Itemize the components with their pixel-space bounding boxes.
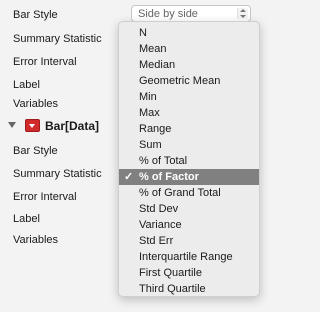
menu-item-label: First Quartile — [139, 267, 202, 279]
bar-style-label: Bar Style — [13, 9, 58, 21]
error-interval-label: Error Interval — [13, 191, 77, 203]
menu-item-label: % of Total — [139, 155, 188, 167]
checkmark-icon: ✓ — [124, 171, 134, 183]
summary-statistic-label: Summary Statistic — [13, 168, 102, 180]
menu-item-label: Interquartile Range — [139, 251, 233, 263]
menu-item[interactable]: Min — [119, 89, 259, 105]
summary-statistic-label: Summary Statistic — [13, 33, 102, 45]
bar-style-select[interactable]: Side by side — [131, 5, 251, 22]
label-label: Label — [13, 79, 40, 91]
bar-style-select-value: Side by side — [138, 8, 198, 20]
menu-item[interactable]: Variance — [119, 217, 259, 233]
select-stepper-icon — [237, 8, 248, 19]
menu-item[interactable]: Sum — [119, 137, 259, 153]
menu-item[interactable]: Third Quartile — [119, 281, 259, 297]
menu-item[interactable]: Median — [119, 57, 259, 73]
section-title: Bar[Data] — [45, 119, 100, 133]
variables-label: Variables — [13, 98, 59, 110]
error-interval-label: Error Interval — [13, 56, 77, 68]
menu-item[interactable]: Std Dev — [119, 201, 259, 217]
menu-item-label: Std Dev — [139, 203, 179, 215]
menu-item-label: Third Quartile — [139, 283, 206, 295]
menu-item-label: Range — [139, 123, 172, 135]
bar-data-section-header[interactable]: Bar[Data] — [8, 118, 118, 134]
label-label: Label — [13, 213, 40, 225]
menu-item[interactable]: ✓ % of Factor — [119, 169, 259, 185]
bar-style-label: Bar Style — [13, 145, 58, 157]
disclosure-triangle-icon[interactable] — [8, 122, 16, 128]
menu-item[interactable]: N — [119, 25, 259, 41]
menu-item-label: % of Grand Total — [139, 187, 221, 199]
menu-item[interactable]: Geometric Mean — [119, 73, 259, 89]
menu-item-label: Max — [139, 107, 160, 119]
summary-statistic-menu: N Mean Median Geometric Mean Min Max Range Sum%… — [118, 21, 260, 297]
menu-item[interactable]: Range — [119, 121, 259, 137]
menu-item-label: N — [139, 27, 147, 39]
menu-item[interactable]: % of Grand Total — [119, 185, 259, 201]
menu-item-label: Min — [139, 91, 157, 103]
variables-label: Variables — [13, 234, 59, 246]
menu-item-label: Geometric Mean — [139, 75, 221, 87]
menu-item[interactable]: Max — [119, 105, 259, 121]
menu-item-label: % of Factor — [139, 171, 199, 183]
menu-item-label: Mean — [139, 43, 167, 55]
menu-item[interactable]: Interquartile Range — [119, 249, 259, 265]
red-triangle-menu-icon[interactable] — [25, 119, 40, 132]
menu-item[interactable]: Std Err — [119, 233, 259, 249]
menu-item-label: Std Err — [139, 235, 174, 247]
menu-item-label: Sum — [139, 139, 162, 151]
menu-item[interactable]: % of Total — [119, 153, 259, 169]
menu-item[interactable]: First Quartile — [119, 265, 259, 281]
menu-item-label: Median — [139, 59, 176, 71]
menu-item[interactable]: Mean — [119, 41, 259, 57]
menu-item-label: Variance — [139, 219, 182, 231]
